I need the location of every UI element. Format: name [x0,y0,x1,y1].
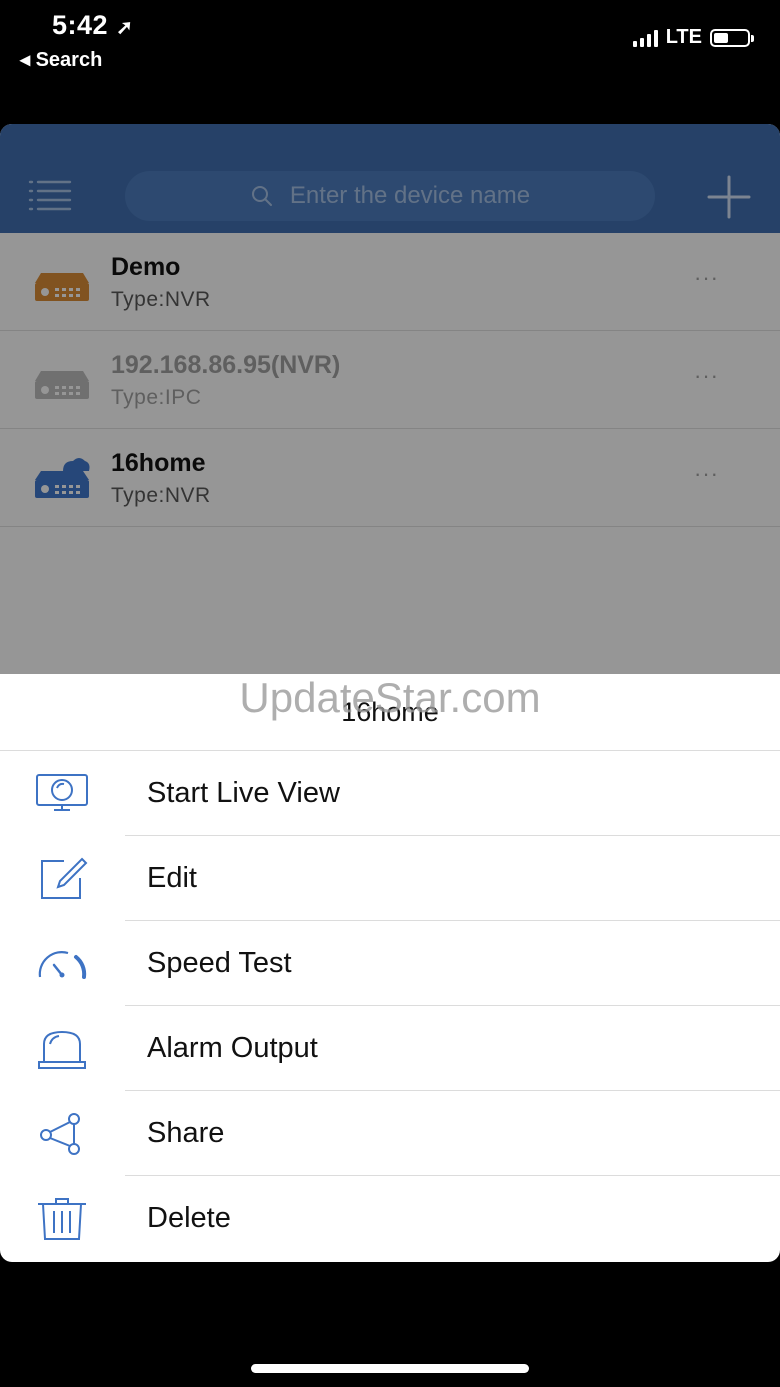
network-type: LTE [665,26,702,48]
battery-icon [710,28,754,47]
menu-item-label: Delete [147,1202,231,1234]
location-arrow-icon: ➚ [116,17,134,39]
edit-button[interactable]: Edit [0,836,780,921]
delete-button[interactable]: Delete [0,1176,780,1261]
menu-item-label: Edit [147,862,197,894]
device-action-sheet: 16home Start Live View Edit Speed Test A… [0,674,780,1262]
start-live-view-button[interactable]: Start Live View [0,751,780,836]
menu-item-label: Alarm Output [147,1032,318,1064]
sheet-title: 16home [0,674,780,751]
alarm-output-button[interactable]: Alarm Output [0,1006,780,1091]
share-icon [40,1113,80,1155]
back-to-search-link[interactable]: ◂ Search [20,47,102,72]
status-indicators: LTE [632,26,754,49]
edit-icon [41,857,88,899]
alarm-icon [38,1030,86,1069]
speed-test-button[interactable]: Speed Test [0,921,780,1006]
status-time: 5:42 ➚ [52,10,134,40]
menu-item-label: Speed Test [147,947,292,979]
cellular-signal-icon [632,29,658,47]
trash-icon [38,1198,86,1240]
modal-dim-overlay[interactable] [0,124,780,674]
home-indicator[interactable] [251,1364,529,1373]
monitor-icon [36,774,88,811]
share-button[interactable]: Share [0,1091,780,1176]
speedometer-icon [38,951,87,979]
menu-item-label: Start Live View [147,777,340,809]
menu-item-label: Share [147,1117,225,1149]
